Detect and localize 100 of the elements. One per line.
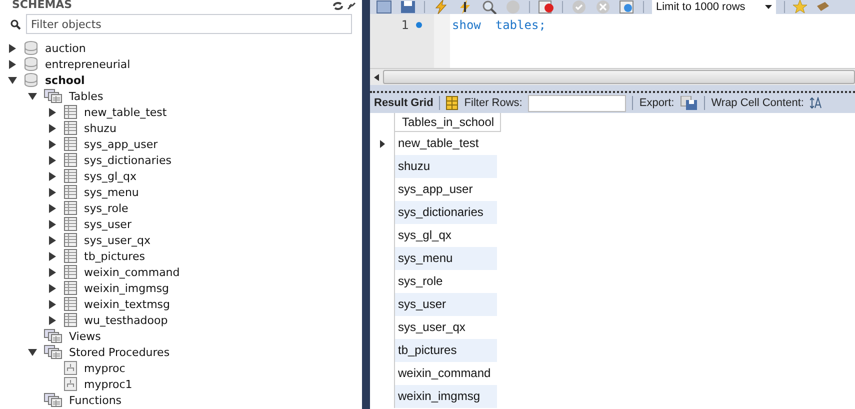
collapsed-arrow-icon[interactable] xyxy=(8,44,17,52)
collapsed-arrow-icon[interactable] xyxy=(48,284,57,292)
tree-item[interactable]: tb_pictures xyxy=(84,250,145,262)
tree-item[interactable]: sys_user xyxy=(84,218,132,230)
folder-icon[interactable] xyxy=(376,0,392,14)
table-icon xyxy=(64,153,77,167)
tree-item[interactable]: shuzu xyxy=(84,122,116,134)
horizontal-scrollbar[interactable] xyxy=(370,68,855,85)
result-grid-tab[interactable]: Result Grid xyxy=(374,97,434,109)
collapsed-arrow-icon[interactable] xyxy=(48,268,57,276)
folder-icon xyxy=(44,345,62,359)
scroll-left-icon[interactable] xyxy=(374,74,379,80)
tree-item[interactable]: Functions xyxy=(69,394,122,406)
tree-item[interactable]: myproc1 xyxy=(84,378,132,390)
table-icon xyxy=(64,281,77,295)
table-cell[interactable]: sys_menu xyxy=(395,247,497,270)
tree-item[interactable]: Tables xyxy=(69,90,104,102)
folder-icon xyxy=(44,329,62,343)
refresh-icon[interactable] xyxy=(333,2,343,10)
database-icon xyxy=(24,41,38,55)
collapsed-arrow-icon[interactable] xyxy=(8,60,17,68)
collapsed-arrow-icon[interactable] xyxy=(48,140,57,148)
tree-item[interactable]: myproc xyxy=(84,362,126,374)
tree-item[interactable]: weixin_imgmsg xyxy=(84,282,170,294)
code-line: show tables; xyxy=(452,18,546,32)
collapsed-arrow-icon[interactable] xyxy=(48,236,57,244)
collapsed-arrow-icon[interactable] xyxy=(48,316,57,324)
tree-item[interactable]: auction xyxy=(45,42,86,54)
collapse-icon[interactable] xyxy=(347,2,356,10)
tree-item[interactable]: sys_menu xyxy=(84,186,139,198)
collapsed-arrow-icon[interactable] xyxy=(48,300,57,308)
wrap-cell-content-label: Wrap Cell Content: xyxy=(711,97,804,109)
collapsed-arrow-icon[interactable] xyxy=(48,156,57,164)
save-icon[interactable] xyxy=(400,0,416,14)
tree-item[interactable]: weixin_textmsg xyxy=(84,298,170,310)
tree-item[interactable]: Stored Procedures xyxy=(69,346,170,358)
statement-marker-icon xyxy=(416,22,422,28)
expanded-arrow-icon[interactable] xyxy=(8,76,17,84)
table-icon xyxy=(64,137,77,151)
autocommit-icon[interactable] xyxy=(619,0,635,14)
tree-item[interactable]: wu_testhadoop xyxy=(84,314,168,326)
folder-icon xyxy=(44,393,62,407)
wrap-text-icon[interactable] xyxy=(810,97,822,109)
table-cell[interactable]: tb_pictures xyxy=(395,339,497,362)
table-icon xyxy=(64,105,77,119)
table-cell[interactable]: sys_user xyxy=(395,293,497,316)
filter-rows-label: Filter Rows: xyxy=(464,97,522,109)
filter-rows-field[interactable] xyxy=(528,94,626,112)
collapsed-arrow-icon[interactable] xyxy=(48,172,57,180)
table-icon xyxy=(64,217,77,231)
table-cell[interactable]: shuzu xyxy=(395,155,497,178)
table-icon xyxy=(64,313,77,327)
form-view-icon[interactable] xyxy=(446,96,458,110)
table-icon xyxy=(64,265,77,279)
table-cell[interactable]: weixin_imgmsg xyxy=(395,385,497,408)
splitter-handle[interactable] xyxy=(370,85,855,93)
table-cell[interactable]: sys_app_user xyxy=(395,178,497,201)
collapsed-arrow-icon[interactable] xyxy=(48,108,57,116)
tree-item[interactable]: sys_dictionaries xyxy=(84,154,172,166)
star-icon[interactable] xyxy=(793,0,810,14)
search-icon xyxy=(10,18,21,30)
column-header[interactable]: Tables_in_school xyxy=(395,113,501,132)
limit-dropdown[interactable]: Limit to 1000 rows xyxy=(652,0,776,14)
table-cell[interactable]: sys_dictionaries xyxy=(395,201,497,224)
table-cell[interactable]: sys_gl_qx xyxy=(395,224,497,247)
expanded-arrow-icon[interactable] xyxy=(28,92,37,100)
table-cell[interactable]: new_table_test xyxy=(395,132,497,155)
routine-icon xyxy=(64,377,77,391)
lightning-cursor-icon[interactable] xyxy=(457,0,473,14)
table-icon xyxy=(64,249,77,263)
collapsed-arrow-icon[interactable] xyxy=(48,188,57,196)
tree-item[interactable]: school xyxy=(45,74,85,86)
export-label: Export: xyxy=(639,97,674,109)
check-icon[interactable] xyxy=(571,0,587,14)
expanded-arrow-icon[interactable] xyxy=(28,348,37,356)
tree-item[interactable]: Views xyxy=(69,330,101,342)
tree-item[interactable]: sys_gl_qx xyxy=(84,170,137,182)
error-icon[interactable] xyxy=(538,0,554,14)
table-icon xyxy=(64,185,77,199)
table-icon xyxy=(64,121,77,135)
filter-field[interactable]: Filter objects xyxy=(26,14,352,34)
export-icon[interactable] xyxy=(680,96,698,110)
collapsed-arrow-icon[interactable] xyxy=(48,220,57,228)
tree-item[interactable]: entrepreneurial xyxy=(45,58,130,70)
table-cell[interactable]: sys_role xyxy=(395,270,497,293)
tree-item[interactable]: new_table_test xyxy=(84,106,167,118)
collapsed-arrow-icon[interactable] xyxy=(48,124,57,132)
magnifier-icon[interactable] xyxy=(481,0,497,14)
table-cell[interactable]: weixin_command xyxy=(395,362,497,385)
database-icon xyxy=(24,73,38,87)
tree-item[interactable]: sys_role xyxy=(84,202,128,214)
current-row-icon xyxy=(380,140,384,148)
table-cell[interactable]: sys_user_qx xyxy=(395,316,497,339)
collapsed-arrow-icon[interactable] xyxy=(48,204,57,212)
table-icon xyxy=(64,297,77,311)
tree-item[interactable]: weixin_command xyxy=(84,266,180,278)
tree-item[interactable]: sys_user_qx xyxy=(84,234,150,246)
table-icon xyxy=(64,201,77,215)
collapsed-arrow-icon[interactable] xyxy=(48,252,57,260)
tree-item[interactable]: sys_app_user xyxy=(84,138,158,150)
